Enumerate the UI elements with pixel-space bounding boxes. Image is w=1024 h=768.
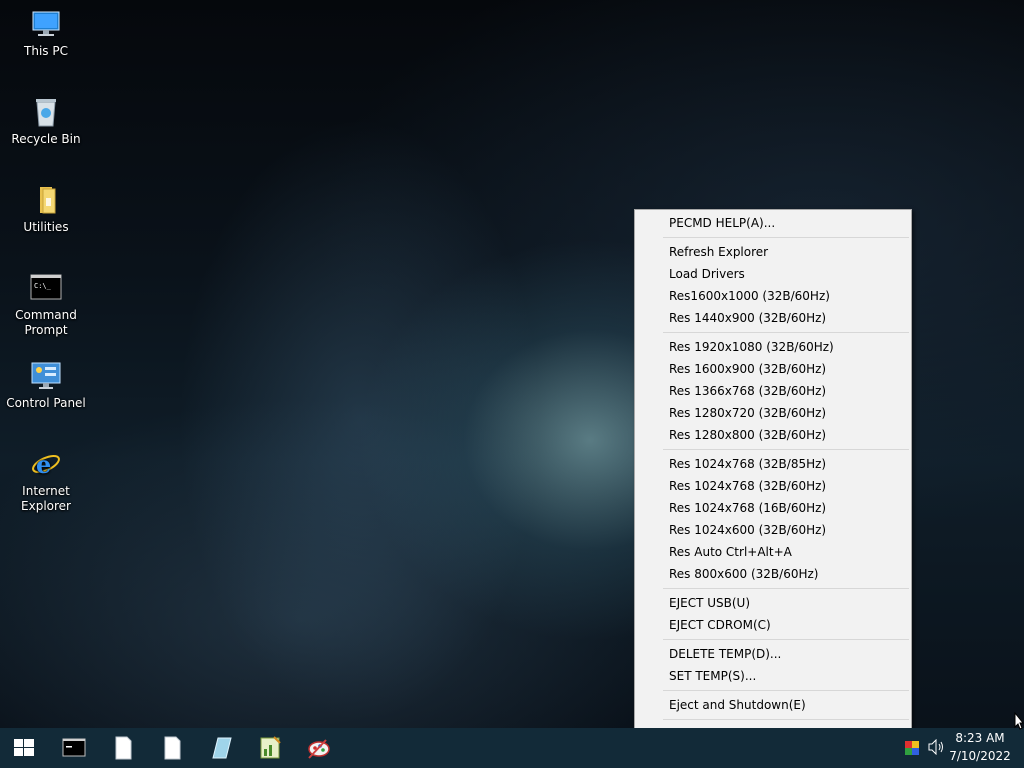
paint-tool-icon: [308, 739, 330, 759]
system-clock[interactable]: 8:23 AM 7/10/2022: [945, 728, 1015, 768]
folder-icon: [30, 184, 62, 216]
taskbar: 8:23 AM 7/10/2022: [0, 728, 1024, 768]
chart-tool-icon: [260, 736, 281, 759]
taskbar-glass-panel-button[interactable]: [197, 732, 245, 764]
menu-separator: [663, 449, 909, 450]
taskbar-chart-tool-button[interactable]: [246, 732, 294, 764]
desktop-icon-recycle-bin[interactable]: Recycle Bin: [0, 96, 92, 147]
desktop-icon-utilities[interactable]: Utilities: [0, 184, 92, 235]
menu-item-eject-usb[interactable]: EJECT USB(U): [669, 593, 750, 613]
tray-context-menu: PECMD HELP(A)... Refresh Explorer Load D…: [634, 209, 912, 746]
menu-item-res-1280x800[interactable]: Res 1280x800 (32B/60Hz): [669, 425, 826, 445]
menu-item-res-auto[interactable]: Res Auto Ctrl+Alt+A: [669, 542, 792, 562]
desktop-icon-label: Internet Explorer: [21, 484, 71, 513]
menu-item-res-800x600[interactable]: Res 800x600 (32B/60Hz): [669, 564, 818, 584]
command-prompt-icon: [62, 738, 86, 757]
desktop-icon-internet-explorer[interactable]: e Internet Explorer: [0, 448, 92, 514]
menu-item-res-1280x720[interactable]: Res 1280x720 (32B/60Hz): [669, 403, 826, 423]
menu-item-res-1024x600[interactable]: Res 1024x600 (32B/60Hz): [669, 520, 826, 540]
desktop-icon-label: This PC: [24, 44, 68, 58]
clock-date: 7/10/2022: [949, 749, 1011, 763]
menu-item-res-1600x900[interactable]: Res 1600x900 (32B/60Hz): [669, 359, 826, 379]
menu-item-refresh-explorer[interactable]: Refresh Explorer: [669, 242, 768, 262]
menu-separator: [663, 639, 909, 640]
taskbar-document-button-2[interactable]: [148, 732, 196, 764]
desktop-icon-label: Recycle Bin: [11, 132, 81, 146]
taskbar-command-prompt-button[interactable]: [50, 732, 98, 764]
document-icon: [115, 736, 132, 760]
menu-item-res-1024x768-85hz[interactable]: Res 1024x768 (32B/85Hz): [669, 454, 826, 474]
clock-time: 8:23 AM: [955, 731, 1005, 745]
menu-item-pecmd-help[interactable]: PECMD HELP(A)...: [669, 213, 775, 233]
desktop-icon-label: Command Prompt: [15, 308, 77, 337]
this-pc-icon: [30, 8, 62, 40]
menu-separator: [663, 690, 909, 691]
menu-item-res-1440x900[interactable]: Res 1440x900 (32B/60Hz): [669, 308, 826, 328]
desktop-icon-this-pc[interactable]: This PC: [0, 8, 92, 59]
menu-item-res-1600x1000[interactable]: Res1600x1000 (32B/60Hz): [669, 286, 830, 306]
command-prompt-icon: C:\_: [30, 272, 62, 304]
taskbar-document-button-1[interactable]: [99, 732, 147, 764]
menu-separator: [663, 588, 909, 589]
document-icon: [164, 736, 181, 760]
menu-item-set-temp[interactable]: SET TEMP(S)...: [669, 666, 756, 686]
taskbar-paint-tool-button[interactable]: [295, 732, 343, 764]
desktop-icon-label: Utilities: [23, 220, 69, 234]
start-button[interactable]: [0, 732, 48, 764]
recycle-bin-icon: [30, 96, 62, 128]
menu-item-res-1920x1080[interactable]: Res 1920x1080 (32B/60Hz): [669, 337, 834, 357]
menu-item-delete-temp[interactable]: DELETE TEMP(D)...: [669, 644, 781, 664]
menu-item-load-drivers[interactable]: Load Drivers: [669, 264, 745, 284]
control-panel-icon: [30, 360, 62, 392]
menu-separator: [663, 332, 909, 333]
menu-item-res-1024x768-32b[interactable]: Res 1024x768 (32B/60Hz): [669, 476, 826, 496]
menu-item-res-1366x768[interactable]: Res 1366x768 (32B/60Hz): [669, 381, 826, 401]
menu-item-eject-cdrom[interactable]: EJECT CDROM(C): [669, 615, 771, 635]
desktop-icon-label: Control Panel: [6, 396, 86, 410]
svg-text:C:\_: C:\_: [34, 282, 52, 290]
start-icon: [14, 739, 34, 756]
desktop-icon-control-panel[interactable]: Control Panel: [0, 360, 92, 411]
menu-item-eject-and-shutdown[interactable]: Eject and Shutdown(E): [669, 695, 806, 715]
glass-panel-icon: [212, 737, 232, 759]
menu-item-res-1024x768-16b[interactable]: Res 1024x768 (16B/60Hz): [669, 498, 826, 518]
menu-separator: [663, 237, 909, 238]
mouse-cursor-icon: [1014, 711, 1024, 730]
speaker-icon[interactable]: [928, 738, 946, 756]
menu-separator: [663, 719, 909, 720]
internet-explorer-icon: e: [30, 448, 62, 480]
desktop-icon-command-prompt[interactable]: C:\_ Command Prompt: [0, 272, 92, 338]
colored-tray-icon[interactable]: [905, 740, 919, 755]
svg-text:e: e: [36, 450, 51, 479]
